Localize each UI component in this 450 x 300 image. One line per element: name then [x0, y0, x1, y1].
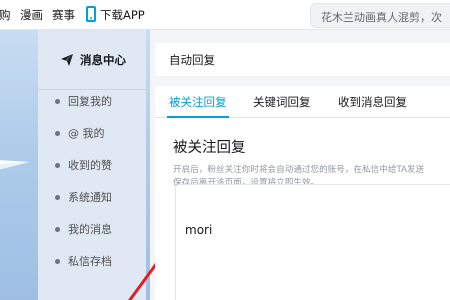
send-icon: [61, 54, 73, 66]
reply-content-text: mori: [185, 223, 213, 237]
top-search-text: 花木兰动画真人混剪，次: [321, 11, 442, 24]
bullet-icon: [55, 227, 60, 232]
phone-icon: [86, 6, 96, 22]
sidebar-item-label: 系统通知: [68, 191, 112, 204]
reply-content-textarea[interactable]: mori: [175, 184, 450, 300]
sidebar-header: 消息中心: [38, 30, 146, 90]
sidebar-item-label: 私信存档: [68, 255, 112, 268]
tab-keyword-reply[interactable]: 关键词回复: [253, 94, 311, 110]
sidebar-title: 消息中心: [80, 53, 126, 67]
tab-follow-reply[interactable]: 被关注回复: [169, 94, 227, 110]
sidebar-item-label: 收到的赞: [68, 159, 112, 172]
bullet-icon: [55, 163, 60, 168]
bullet-icon: [55, 195, 60, 200]
auto-reply-header-title: 自动回复: [169, 53, 215, 67]
top-search-box[interactable]: 花木兰动画真人混剪，次: [310, 3, 450, 28]
sidebar-item-likes[interactable]: 收到的赞: [38, 150, 146, 180]
bullet-icon: [55, 99, 60, 104]
auto-reply-panel: 被关注回复 关键词回复 收到消息回复 被关注回复 开启后，粉丝关注你时将会自动通…: [155, 86, 450, 300]
auto-reply-header: 自动回复: [155, 43, 450, 76]
nav-item-download-app[interactable]: 下载APP: [100, 7, 145, 23]
active-tab-indicator: [167, 116, 229, 118]
sidebar-item-my-messages[interactable]: 我的消息: [38, 214, 146, 244]
description-line: 开启后，粉丝关注你时将会自动通过您的账号，在私信中给TA发送: [173, 165, 425, 175]
sidebar-item-system-notices[interactable]: 系统通知: [38, 182, 146, 212]
sidebar-item-replies[interactable]: 回复我的: [38, 86, 146, 116]
bullet-icon: [55, 131, 60, 136]
section-title: 被关注回复: [173, 140, 246, 156]
paper-plane-decoration: [0, 160, 30, 170]
top-nav-bar: 购 漫画 赛事 下载APP 花木兰动画真人混剪，次: [0, 0, 450, 30]
nav-item-manga[interactable]: 漫画: [20, 7, 43, 23]
sidebar-item-label: @ 我的: [68, 127, 105, 140]
sidebar-item-label: 回复我的: [68, 95, 112, 108]
auto-reply-tabs: 被关注回复 关键词回复 收到消息回复: [155, 86, 450, 118]
sidebar-item-label: 我的消息: [68, 223, 112, 236]
nav-item-shop[interactable]: 购: [0, 7, 11, 23]
sidebar-item-mentions[interactable]: @ 我的: [38, 118, 146, 148]
nav-item-events[interactable]: 赛事: [52, 7, 75, 23]
bullet-icon: [55, 259, 60, 264]
tab-message-reply[interactable]: 收到消息回复: [338, 94, 407, 110]
